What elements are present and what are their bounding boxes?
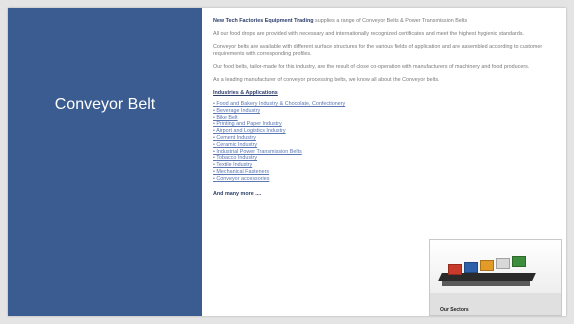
intro-text: supplies a range of Conveyor Belts & Pow… [313,18,468,24]
package-icon [496,258,510,269]
industry-link-tobacco[interactable]: Tobacco Industry [213,155,558,162]
package-icon [480,260,494,271]
industry-link-fasteners[interactable]: Mechanical Fasteners [213,169,558,176]
sectors-thumbnail[interactable]: Our Sectors [429,239,562,316]
package-icon [464,262,478,273]
package-icon [512,256,526,267]
intro-paragraph: New Tech Factories Equipment Trading sup… [213,18,558,25]
industry-link-food[interactable]: Food and Bakery Industry & Chocolate, Co… [213,101,558,108]
industry-link-ceramic[interactable]: Ceramic Industry [213,142,558,149]
industry-link-airport[interactable]: Airport and Logistics Industry [213,128,558,135]
slide-title: Conveyor Belt [54,96,156,113]
paragraph-food-belts: Our food belts, tailor-made for this ind… [213,64,530,70]
company-name: New Tech Factories Equipment Trading [213,18,314,24]
and-more-text: And many more .... [213,190,262,197]
industries-heading: Industries & Applications [213,90,278,96]
industry-link-cement[interactable]: Cement Industry [213,135,558,142]
paragraph-certificates: All our food drops are provided with nec… [213,31,525,37]
conveyor-belt-side [442,281,530,286]
slide: Conveyor Belt New Tech Factories Equipme… [8,8,566,316]
paragraph-leading: As a leading manufacturer of conveyor pr… [213,77,440,83]
title-panel: Conveyor Belt [8,8,202,316]
industry-link-bike[interactable]: Bike Belt [213,115,558,122]
industry-link-beverage[interactable]: Beverage Industry [213,108,558,115]
slide-content: New Tech Factories Equipment Trading sup… [213,18,558,198]
industry-link-accessories[interactable]: Conveyor accessories [213,176,558,183]
industries-list: Food and Bakery Industry & Chocolate, Co… [213,101,558,183]
paragraph-surfaces: Conveyor belts are available with differ… [213,44,543,57]
package-icon [448,264,462,275]
industry-link-printing[interactable]: Printing and Paper Industry [213,121,558,128]
thumbnail-caption: Our Sectors [440,307,469,313]
industry-link-power-transmission[interactable]: Industrial Power Transmission Belts [213,149,558,156]
industry-link-textile[interactable]: Textile Industry [213,162,558,169]
